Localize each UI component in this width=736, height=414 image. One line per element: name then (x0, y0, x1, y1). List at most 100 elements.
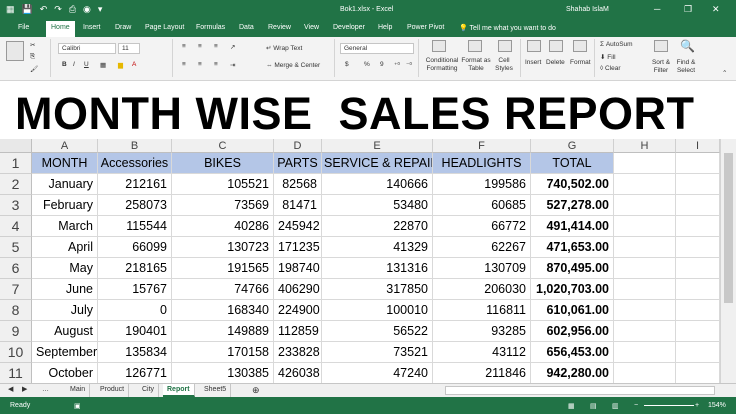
empty-cell[interactable] (676, 258, 720, 279)
tab-home[interactable]: Home (46, 21, 75, 37)
tab-insert[interactable]: Insert (83, 24, 101, 31)
wrap-text-button[interactable]: ↵ Wrap Text (266, 44, 302, 52)
zoom-slider[interactable] (644, 405, 694, 406)
month-cell[interactable]: June (32, 279, 98, 300)
tab-page-layout[interactable]: Page Layout (145, 24, 184, 31)
empty-cell[interactable] (676, 279, 720, 300)
table-header-cell[interactable]: PARTS (274, 153, 322, 174)
month-cell[interactable]: July (32, 300, 98, 321)
data-cell[interactable]: 40286 (172, 216, 274, 237)
sheet-tab-main[interactable]: Main (66, 384, 91, 397)
data-cell[interactable]: 130723 (172, 237, 274, 258)
borders-icon[interactable]: ▦ (100, 61, 106, 69)
data-cell[interactable]: 406290 (274, 279, 322, 300)
table-header-cell[interactable]: TOTAL (531, 153, 614, 174)
data-cell[interactable]: 135834 (98, 342, 172, 363)
user-name[interactable]: Shahab IslaM (566, 6, 609, 13)
cell-styles-icon[interactable] (498, 40, 512, 52)
total-cell[interactable]: 656,453.00 (531, 342, 614, 363)
fill-color-icon[interactable]: ▆ (118, 61, 123, 69)
total-cell[interactable]: 527,278.00 (531, 195, 614, 216)
next-sheet-icon[interactable]: ▶ (18, 384, 31, 397)
fill-button[interactable]: ⬇ Fill (600, 53, 616, 61)
month-cell[interactable]: April (32, 237, 98, 258)
empty-cell[interactable] (614, 237, 676, 258)
clear-button[interactable]: ◊ Clear (600, 65, 621, 72)
row-header-1[interactable]: 1 (0, 153, 32, 174)
data-cell[interactable]: 218165 (98, 258, 172, 279)
format-cells-icon[interactable] (573, 40, 587, 52)
empty-cell[interactable] (676, 300, 720, 321)
data-cell[interactable]: 82568 (274, 174, 322, 195)
row-header-9[interactable]: 9 (0, 321, 32, 342)
empty-cell[interactable] (676, 216, 720, 237)
data-cell[interactable]: 115544 (98, 216, 172, 237)
redo-icon[interactable]: ↷ (54, 4, 62, 15)
data-cell[interactable]: 74766 (172, 279, 274, 300)
data-cell[interactable]: 126771 (98, 363, 172, 383)
total-cell[interactable]: 602,956.00 (531, 321, 614, 342)
data-cell[interactable]: 116811 (433, 300, 531, 321)
data-cell[interactable]: 426038 (274, 363, 322, 383)
table-header-cell[interactable]: MONTH (32, 153, 98, 174)
vertical-scroll-thumb[interactable] (724, 153, 733, 303)
empty-cell[interactable] (614, 279, 676, 300)
restore-button[interactable]: ❐ (684, 4, 692, 15)
data-cell[interactable]: 73569 (172, 195, 274, 216)
tab-developer[interactable]: Developer (333, 24, 365, 31)
empty-cell[interactable] (614, 195, 676, 216)
empty-cell[interactable] (676, 363, 720, 383)
data-cell[interactable]: 93285 (433, 321, 531, 342)
column-header-i[interactable]: I (676, 139, 720, 153)
decrease-decimal-icon[interactable]: ⁻⁰ (406, 61, 412, 69)
empty-cell[interactable] (676, 195, 720, 216)
empty-cell[interactable] (614, 216, 676, 237)
column-header-d[interactable]: D (274, 139, 322, 153)
month-cell[interactable]: September (32, 342, 98, 363)
total-cell[interactable]: 471,653.00 (531, 237, 614, 258)
month-cell[interactable]: May (32, 258, 98, 279)
column-header-a[interactable]: A (32, 139, 98, 153)
align-left-icon[interactable]: ≡ (182, 61, 186, 68)
zoom-in-button[interactable]: + (695, 402, 699, 409)
zoom-out-button[interactable]: − (634, 402, 638, 409)
format-as-table-icon[interactable] (468, 40, 482, 52)
row-header-2[interactable]: 2 (0, 174, 32, 195)
sheet-list-icon[interactable]: … (38, 384, 53, 397)
table-header-cell[interactable]: SERVICE & REPAIRS (322, 153, 433, 174)
data-cell[interactable]: 105521 (172, 174, 274, 195)
print-icon[interactable]: ⎙ (69, 4, 76, 15)
column-header-f[interactable]: F (433, 139, 531, 153)
empty-cell[interactable] (614, 363, 676, 383)
italic-button[interactable]: I (73, 61, 75, 68)
total-cell[interactable]: 740,502.00 (531, 174, 614, 195)
empty-cell[interactable] (676, 237, 720, 258)
data-cell[interactable]: 41329 (322, 237, 433, 258)
data-cell[interactable]: 15767 (98, 279, 172, 300)
format-painter-icon[interactable]: 🖌 (30, 65, 38, 73)
column-header-g[interactable]: G (531, 139, 614, 153)
data-cell[interactable]: 258073 (98, 195, 172, 216)
customize-toolbar-icon[interactable]: ▾ (98, 4, 103, 15)
table-header-cell[interactable]: HEADLIGHTS (433, 153, 531, 174)
row-header-7[interactable]: 7 (0, 279, 32, 300)
font-name-select[interactable]: Calibri (58, 43, 116, 54)
sort-filter-button[interactable]: Sort & Filter (650, 59, 672, 75)
increase-decimal-icon[interactable]: ⁺⁰ (394, 61, 400, 69)
spreadsheet-grid[interactable]: ABCDEFGHI 12345678910111213 MONTHAccesso… (0, 139, 720, 383)
data-cell[interactable]: 66099 (98, 237, 172, 258)
horizontal-scrollbar[interactable] (445, 386, 715, 395)
tab-help[interactable]: Help (378, 24, 392, 31)
data-cell[interactable]: 130385 (172, 363, 274, 383)
delete-cells-icon[interactable] (549, 40, 563, 52)
column-header-h[interactable]: H (614, 139, 676, 153)
page-break-view-icon[interactable]: ▥ (612, 402, 619, 410)
empty-cell[interactable] (676, 153, 720, 174)
copy-icon[interactable]: ⎘ (30, 53, 35, 61)
tab-draw[interactable]: Draw (115, 24, 131, 31)
conditional-formatting-button[interactable]: Conditional Formatting (422, 57, 462, 73)
font-color-icon[interactable]: A (132, 61, 136, 68)
find-icon[interactable]: 🔍 (680, 39, 695, 53)
data-cell[interactable]: 149889 (172, 321, 274, 342)
format-button[interactable]: Format (570, 59, 591, 66)
